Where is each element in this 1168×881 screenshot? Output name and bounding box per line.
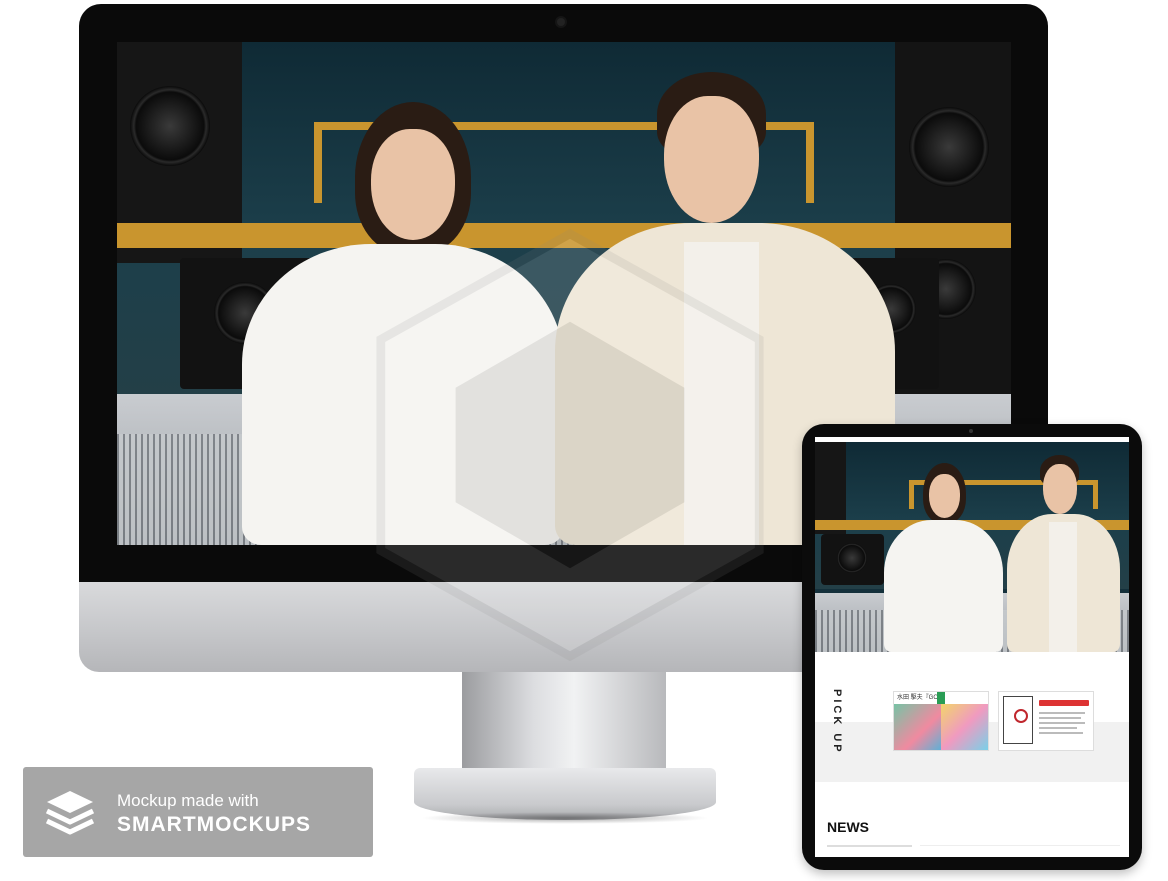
news-divider bbox=[920, 845, 1120, 846]
badge-brand: SMARTMOCKUPS bbox=[117, 813, 311, 836]
news-divider bbox=[827, 845, 912, 847]
webcam-icon bbox=[557, 18, 565, 26]
person-left bbox=[884, 463, 1004, 652]
book-cover-image bbox=[941, 704, 988, 750]
pickup-card-event[interactable] bbox=[998, 691, 1094, 751]
pickup-card-book[interactable]: 水田 駆夫『GO』 bbox=[893, 691, 989, 751]
ipad-hero-photo bbox=[815, 442, 1129, 652]
book-cover-image bbox=[894, 704, 941, 750]
imac-stand bbox=[462, 672, 666, 770]
news-heading: NEWS bbox=[827, 819, 869, 835]
layers-icon bbox=[45, 791, 95, 835]
logo-mark-icon bbox=[1014, 709, 1028, 723]
card-heading-bar bbox=[1039, 700, 1089, 706]
smartmockups-badge[interactable]: Mockup made with SMARTMOCKUPS bbox=[23, 767, 373, 857]
stand-shadow bbox=[420, 812, 710, 824]
ipad-screen: PICK UP 水田 駆夫『GO』 NEWS bbox=[815, 437, 1129, 857]
poster-thumbnail bbox=[1003, 696, 1033, 744]
pickup-heading: PICK UP bbox=[831, 689, 843, 755]
studio-photo bbox=[815, 442, 1129, 652]
person-left bbox=[242, 102, 564, 545]
front-camera-icon bbox=[969, 429, 973, 433]
person-right bbox=[1006, 454, 1120, 652]
badge-caption: Mockup made with bbox=[117, 791, 259, 810]
